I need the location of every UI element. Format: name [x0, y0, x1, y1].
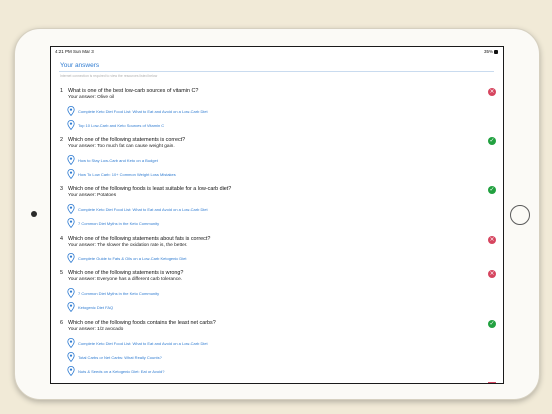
your-answer: Your answer: Everyone has a different ca… [68, 277, 183, 282]
status-time: 4:21 PM Sun Mar 3 [55, 49, 94, 54]
home-button[interactable] [510, 205, 530, 225]
x-circle-icon [488, 382, 496, 383]
resource-link-label: 7 Common Diet Myths in the Keto Communit… [78, 291, 160, 296]
location-pin-icon [67, 366, 75, 376]
question-number: 6 [60, 320, 63, 326]
location-pin-icon [67, 288, 75, 298]
resource-link-label: Top 10 Low-Carb and Keto Sources of Vita… [78, 123, 165, 128]
resource-link-label: Nuts & Seeds on a Ketogenic Diet: Eat or… [78, 369, 165, 374]
question-text: Which one of the following statements is… [68, 270, 184, 276]
resource-link-label: Total Carbs or Net Carbs: What Really Co… [78, 355, 162, 360]
internet-notice: Internet connection is required to view … [60, 74, 158, 78]
location-pin-icon [67, 169, 75, 179]
question-number: 2 [60, 137, 63, 143]
resource-link-label: Ketogenic Diet FAQ [78, 305, 114, 310]
location-pin-icon [67, 302, 75, 312]
question-text: Which one of the following statements is… [68, 137, 186, 143]
header-divider [59, 71, 494, 72]
your-answer: Your answer: Potatoes [68, 193, 117, 198]
check-circle-icon: ✓ [488, 137, 496, 145]
location-pin-icon [67, 155, 75, 165]
question-text: Which one of the following foods contain… [68, 320, 216, 326]
check-circle-icon: ✓ [488, 186, 496, 194]
status-bar: 4:21 PM Sun Mar 3 35% [51, 47, 503, 57]
question-text: Which one of the following statements ab… [68, 236, 211, 242]
question-text: Which one of the following foods is leas… [68, 186, 232, 192]
resource-link-label: Complete Keto Diet Food List: What to Ea… [78, 109, 208, 114]
resource-link-label: How to Stay Low-Carb and Keto on a Budge… [78, 158, 158, 163]
location-pin-icon [67, 218, 75, 228]
question-text: What is one of the best low-carb sources… [68, 88, 199, 94]
your-answer: Your answer: Too much fat can cause weig… [68, 144, 175, 149]
your-answer: Your answer: The slower the oxidation ra… [68, 243, 188, 248]
page-title: Your answers [60, 62, 100, 69]
your-answer: Your answer: 1/2 avocado [68, 327, 124, 332]
front-camera [31, 211, 37, 217]
question-number: 3 [60, 186, 63, 192]
location-pin-icon [67, 106, 75, 116]
location-pin-icon [67, 253, 75, 263]
x-circle-icon: × [488, 270, 496, 278]
your-answer: Your answer: Olive oil [68, 95, 115, 100]
battery-icon [494, 50, 498, 54]
resource-link-label: 7 Common Diet Myths in the Keto Communit… [78, 221, 160, 226]
resource-link-label: Complete Keto Diet Food List: What to Ea… [78, 341, 208, 346]
app-screen: 4:21 PM Sun Mar 3 35% Your answers Inter… [50, 46, 504, 384]
battery-percent: 35% [483, 49, 493, 54]
resource-link-label: Complete Guide to Fats & Oils on a Low-C… [78, 256, 187, 261]
resource-link-label: Complete Keto Diet Food List: What to Ea… [78, 207, 208, 212]
x-circle-icon: × [488, 236, 496, 244]
question-number: 5 [60, 270, 63, 276]
x-circle-icon: × [488, 88, 496, 96]
check-circle-icon: ✓ [488, 320, 496, 328]
location-pin-icon [67, 204, 75, 214]
location-pin-icon [67, 338, 75, 348]
question-number: 4 [60, 236, 63, 242]
resource-link-label: How To Low Carb: 10+ Common Weight Loss … [78, 172, 176, 177]
question-number: 1 [60, 88, 63, 94]
location-pin-icon [67, 352, 75, 362]
location-pin-icon [67, 120, 75, 130]
